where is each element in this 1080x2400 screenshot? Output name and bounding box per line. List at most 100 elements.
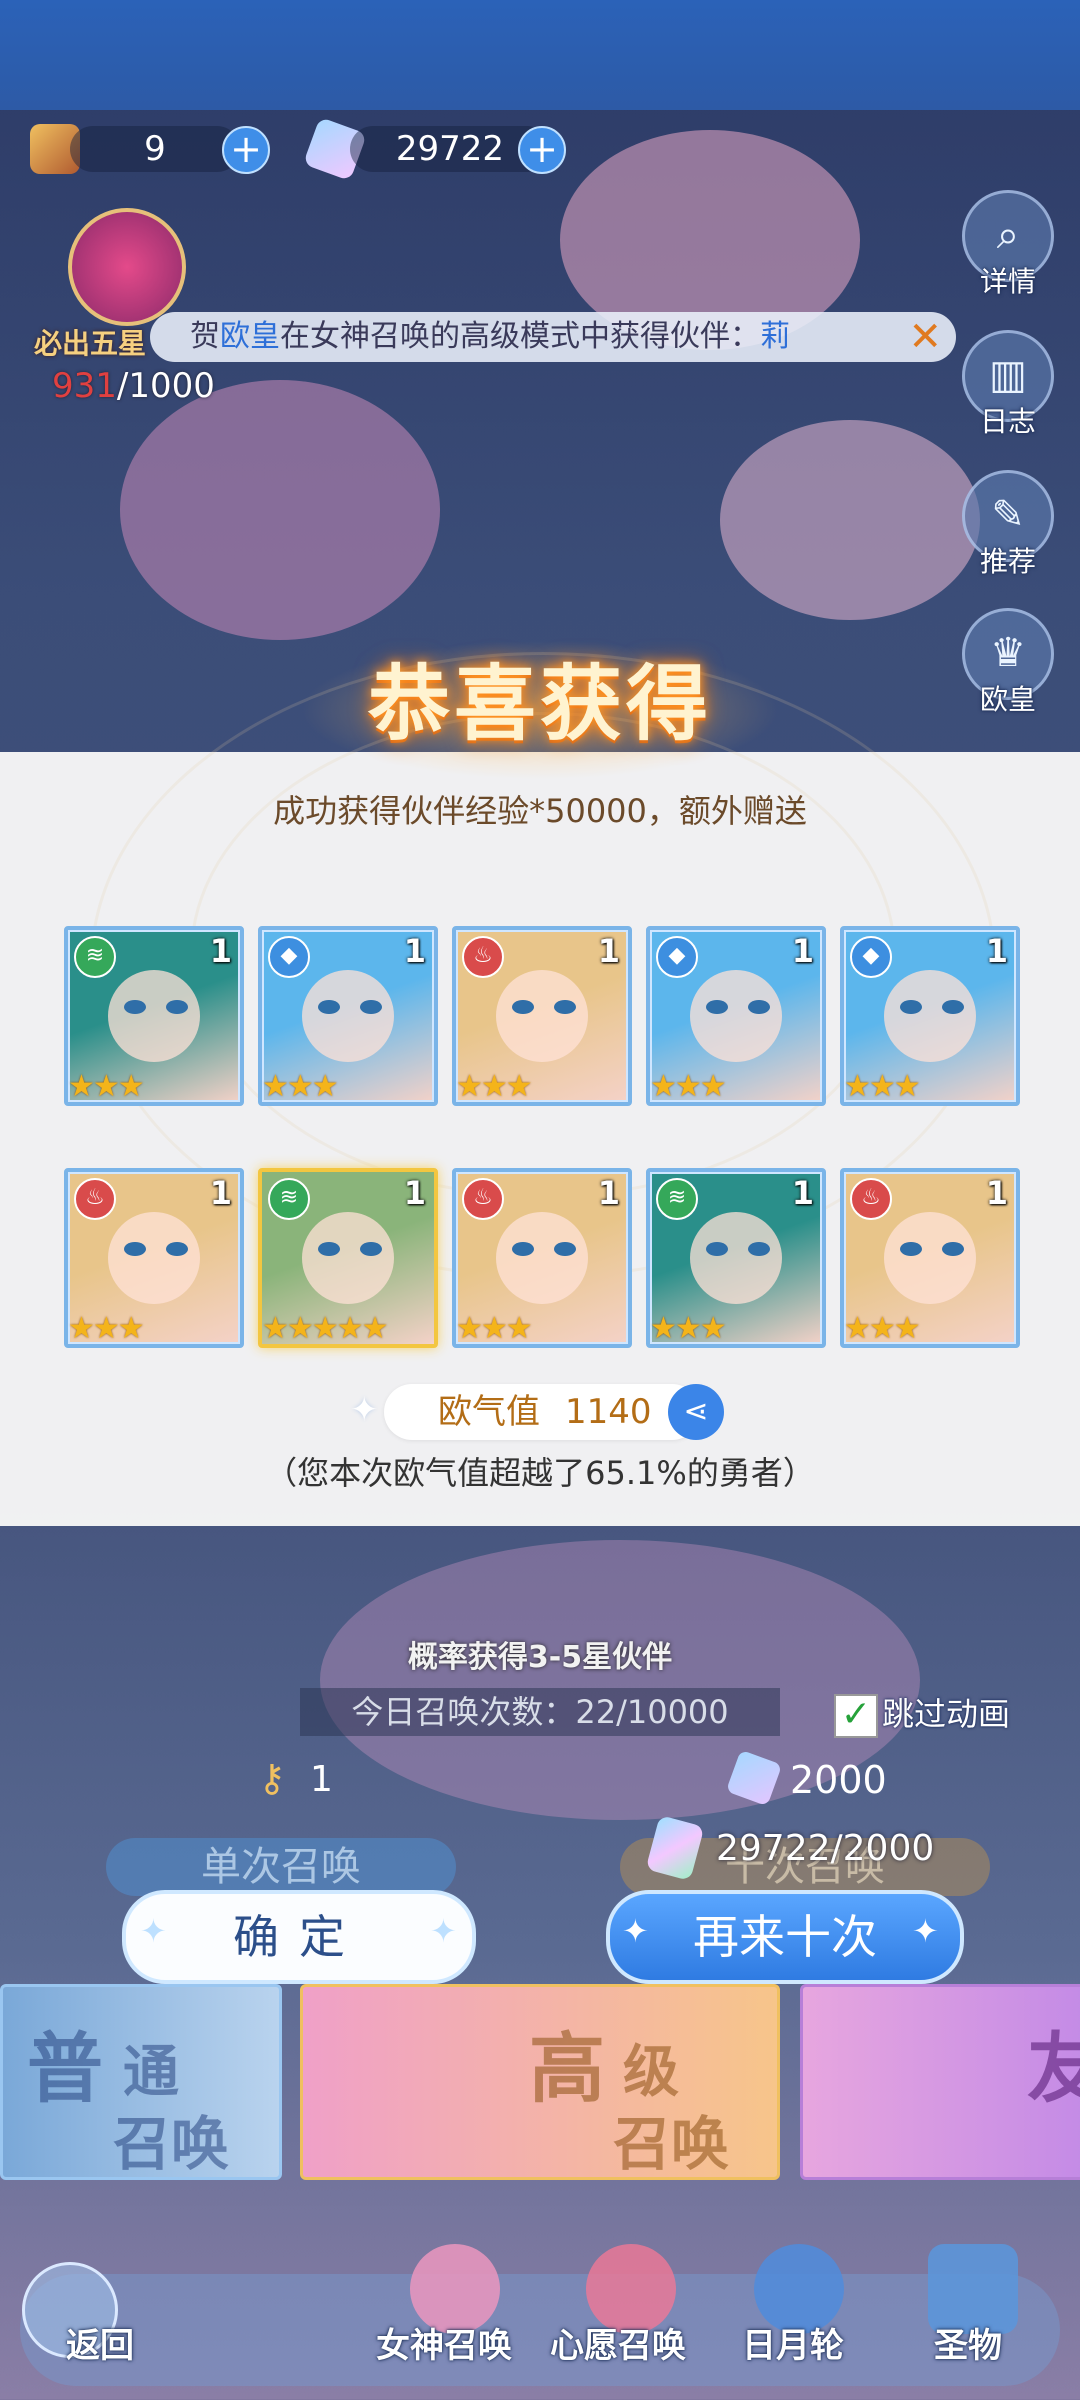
marquee-highlight: 欧皇 [220,319,280,354]
key-icon: ⚷ [258,1756,286,1800]
side-button-details[interactable]: ⌕ 详情 [958,190,1058,310]
partner-card[interactable]: ≋ 1 ★★★ [64,926,244,1106]
portrait [884,970,976,1062]
portrait [108,1212,200,1304]
portrait-eye [706,1000,728,1014]
mode-friend-summon[interactable]: 友 [800,1984,1080,2180]
card-level: 1 [403,1174,426,1212]
mode-normal-summon[interactable]: 普 通 召唤 [0,1984,282,2180]
portrait-eye [942,1000,964,1014]
mode-advanced-summon[interactable]: 高 级 召唤 [300,1984,780,2180]
portrait-eye [512,1000,534,1014]
partner-card[interactable]: ≋ 1 ★★★★★ [258,1168,438,1348]
portrait-eye [900,1242,922,1256]
card-level: 1 [403,932,426,970]
portrait [302,970,394,1062]
star-rating: ★★★ [68,1311,145,1346]
portrait-eye [318,1242,340,1256]
mode-text: 召唤 [113,2110,230,2178]
mode-text: 高 [529,2024,605,2113]
card-level: 1 [209,932,232,970]
partner-card[interactable]: ≋ 1 ★★★ [646,1168,826,1348]
portrait-eye [360,1242,382,1256]
portrait-eye [512,1242,534,1256]
side-button-log[interactable]: ▥ 日志 [958,330,1058,450]
side-button-recommend[interactable]: ✎ 推荐 [958,470,1058,590]
mode-text: 普 [27,2024,103,2113]
partner-card[interactable]: ◆ 1 ★★★ [840,926,1020,1106]
star-rating: ★★★ [844,1069,921,1104]
card-level: 1 [791,932,814,970]
star-rating: ★★★ [650,1069,727,1104]
marquee-text: 贺欧皇在女神召唤的高级模式中获得伙伴：莉 [190,312,790,362]
card-level: 1 [985,932,1008,970]
badge-progress: 931/1000 [52,364,215,408]
portrait [496,970,588,1062]
side-button-label: 推荐 [979,545,1036,578]
partner-card[interactable]: ◆ 1 ★★★ [646,926,826,1106]
add-gems-button[interactable]: + [518,126,566,174]
skip-animation-label[interactable]: 跳过动画 [882,1690,1010,1738]
five-star-badge[interactable] [68,208,186,326]
bottom-nav [20,2274,1060,2386]
summon-again-button[interactable]: 再来十次 [606,1890,964,1984]
nav-goddess-summon[interactable]: 女神召唤 [376,2318,512,2367]
card-level: 1 [597,1174,620,1212]
sparkle-icon: ✦ [912,1912,939,1950]
ouqi-pill [384,1384,700,1440]
badge-label: 必出五星 [34,327,147,360]
add-keys-button[interactable]: + [222,126,270,174]
reward-subtitle: 成功获得伙伴经验*50000，额外赠送 [273,792,807,830]
card-level: 1 [597,932,620,970]
card-level: 1 [985,1174,1008,1212]
card-level: 1 [209,1174,232,1212]
sparkle-icon: ✦ [622,1912,649,1950]
single-summon-button[interactable]: 单次召唤 [106,1838,456,1896]
side-button-ouhuang[interactable]: ♛ 欧皇 [958,608,1058,728]
skip-animation-checkbox[interactable]: ✓ [834,1694,878,1738]
partner-card[interactable]: ◆ 1 ★★★ [258,926,438,1106]
portrait [496,1212,588,1304]
wind-element-icon: ≋ [74,936,116,978]
fire-element-icon: ♨ [850,1178,892,1220]
nav-back[interactable]: 返回 [66,2318,134,2367]
portrait-eye [360,1000,382,1014]
marquee-prefix: 贺 [190,319,220,354]
probability-text: 概率获得3-5星伙伴 [407,1640,673,1675]
sakura-decoration [720,420,980,620]
portrait-eye [748,1000,770,1014]
water-element-icon: ◆ [656,936,698,978]
marquee-partner: 莉 [760,319,790,354]
nav-wish-summon[interactable]: 心愿召唤 [550,2318,686,2367]
star-rating: ★★★ [456,1311,533,1346]
congrats-title: 恭喜获得 [367,657,712,752]
share-icon: ⋖ [683,1394,709,1429]
wind-element-icon: ≋ [656,1178,698,1220]
wind-element-icon: ≋ [268,1178,310,1220]
mode-text: 通 [123,2040,179,2105]
badge-current: 931 [52,366,117,406]
key-count: 9 [70,126,240,172]
partner-card[interactable]: ♨ 1 ★★★ [452,1168,632,1348]
portrait-eye [166,1000,188,1014]
portrait [302,1212,394,1304]
fire-element-icon: ♨ [74,1178,116,1220]
nav-relic[interactable]: 圣物 [934,2318,1002,2367]
sparkle-icon: ✦ [350,1390,379,1430]
sakura-decoration [120,380,440,640]
partner-card[interactable]: ♨ 1 ★★★ [452,926,632,1106]
top-banner [0,0,1080,110]
fire-element-icon: ♨ [462,1178,504,1220]
confirm-button[interactable]: 确定 [122,1890,476,1984]
nav-sun-moon-wheel[interactable]: 日月轮 [742,2318,844,2367]
sparkle-icon: ✦ [140,1912,167,1950]
portrait-eye [900,1000,922,1014]
partner-card[interactable]: ♨ 1 ★★★ [840,1168,1020,1348]
announcement-marquee: 贺欧皇在女神召唤的高级模式中获得伙伴：莉 ✕ [150,312,956,362]
partner-card[interactable]: ♨ 1 ★★★ [64,1168,244,1348]
share-button[interactable]: ⋖ [668,1384,724,1440]
close-icon[interactable]: ✕ [908,314,942,360]
portrait-eye [706,1242,728,1256]
mode-text: 友 [1027,2007,1080,2117]
daily-count: 今日召唤次数：22/10000 [351,1693,729,1731]
